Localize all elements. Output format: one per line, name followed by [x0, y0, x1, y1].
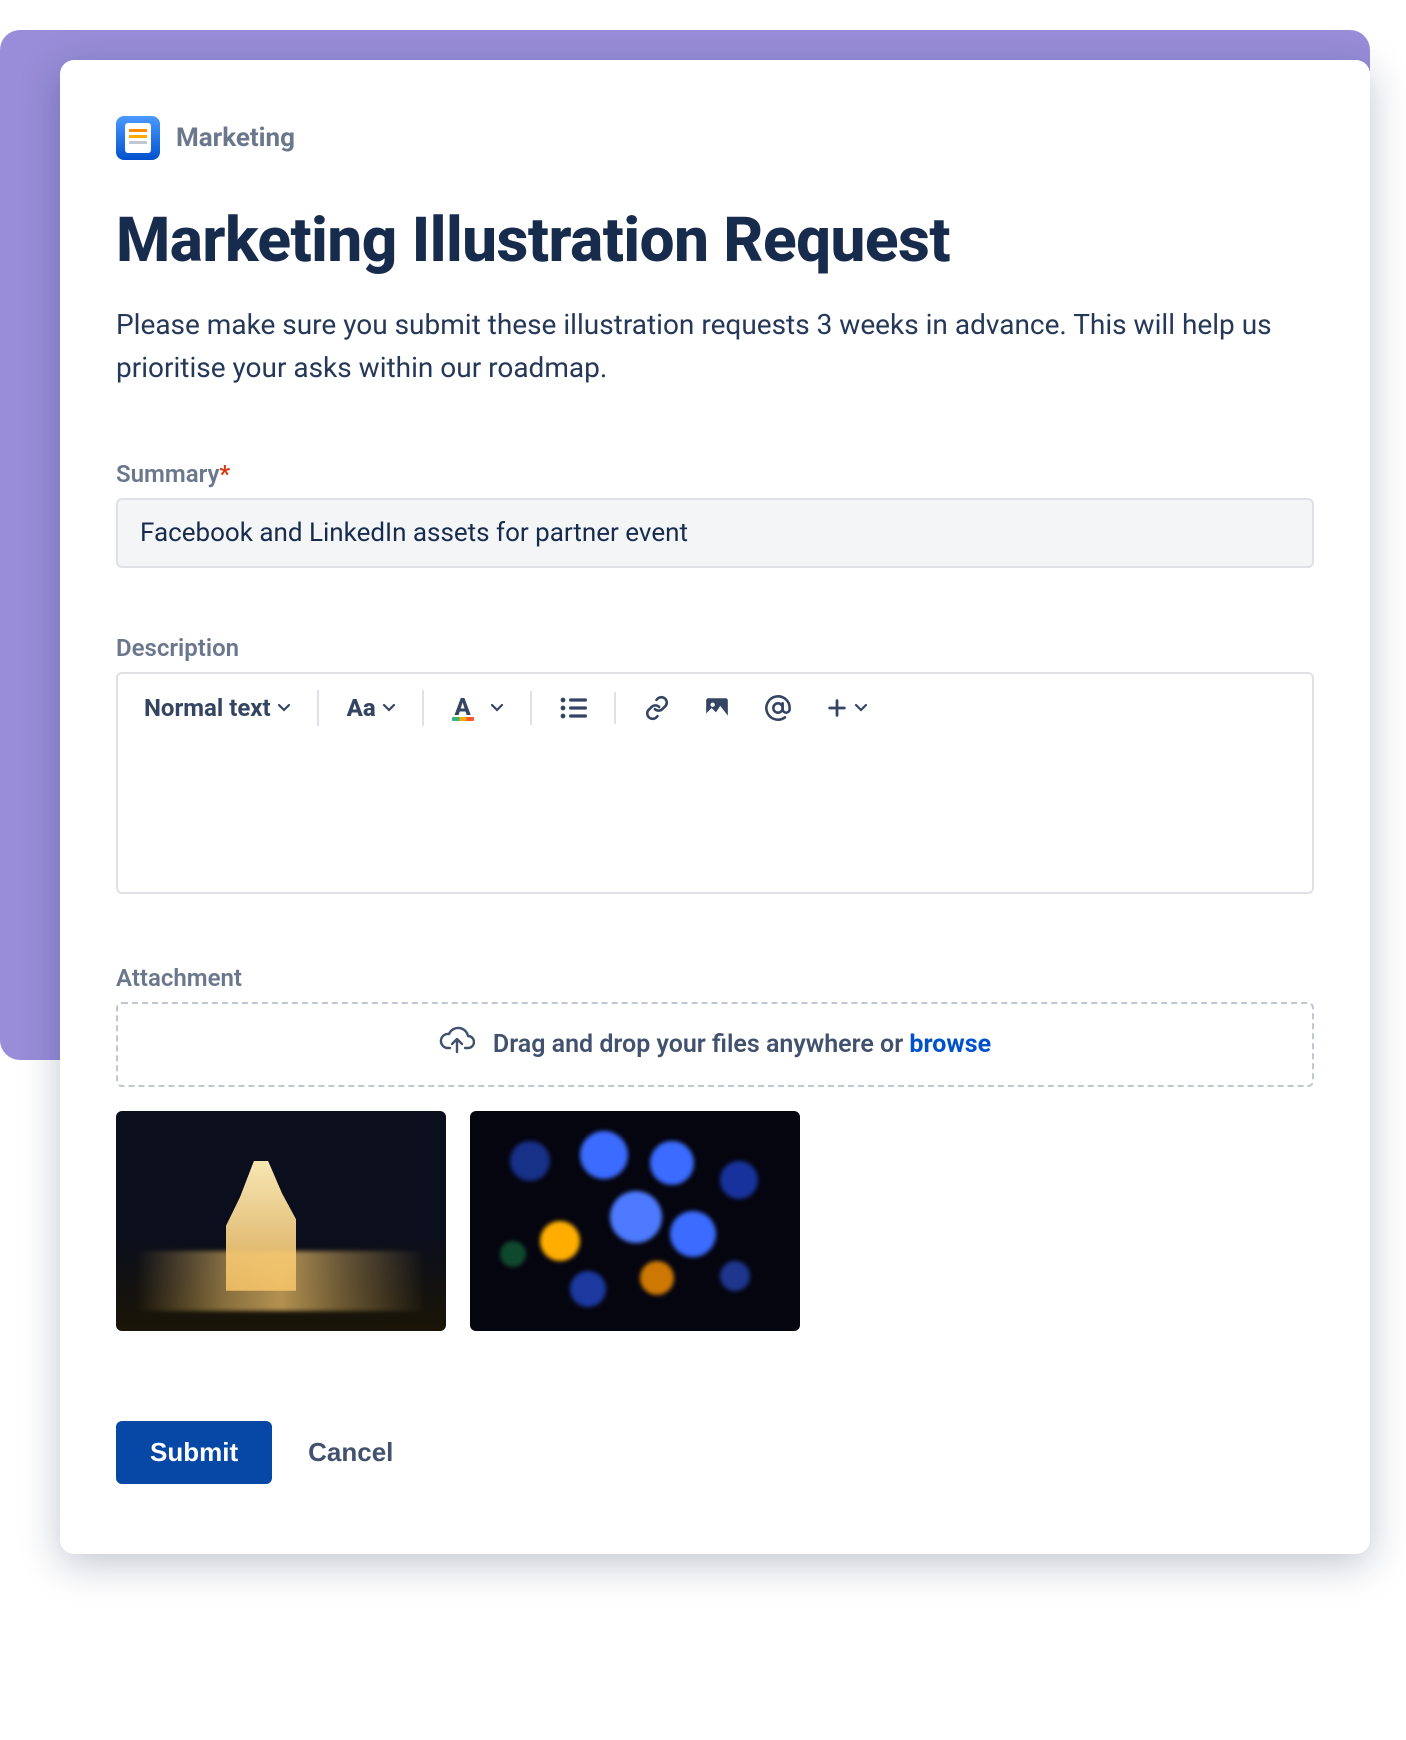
text-color-dropdown[interactable]: A [450, 689, 506, 727]
image-button[interactable] [702, 689, 732, 727]
color-swatch-icon [452, 717, 474, 721]
text-color-label: A [455, 695, 471, 719]
breadcrumb-label[interactable]: Marketing [176, 123, 295, 153]
chevron-down-icon [382, 701, 396, 715]
attachment-dropzone[interactable]: Drag and drop your files anywhere or bro… [116, 1002, 1314, 1087]
text-style-dropdown[interactable]: Normal text [142, 688, 293, 728]
chevron-down-icon [854, 701, 868, 715]
form-actions: Submit Cancel [116, 1421, 1314, 1484]
attachment-label: Attachment [116, 964, 1314, 992]
required-marker: * [219, 460, 230, 488]
page-description: Please make sure you submit these illust… [116, 303, 1314, 390]
text-style-label: Normal text [144, 694, 271, 722]
description-textarea[interactable] [118, 742, 1312, 892]
breadcrumb: Marketing [116, 116, 1314, 160]
mention-button[interactable] [762, 688, 794, 728]
attachment-thumbnail[interactable] [470, 1111, 800, 1331]
attachment-thumbnail[interactable] [116, 1111, 446, 1331]
insert-more-dropdown[interactable] [824, 691, 870, 725]
summary-label-text: Summary [116, 460, 219, 488]
chevron-down-icon [277, 701, 291, 715]
bullet-list-button[interactable] [558, 690, 590, 726]
description-label: Description [116, 634, 1314, 662]
description-editor: Normal text Aa A [116, 672, 1314, 894]
request-form-card: Marketing Marketing Illustration Request… [60, 60, 1370, 1554]
cancel-button[interactable]: Cancel [308, 1437, 393, 1468]
browse-link[interactable]: browse [909, 1030, 991, 1059]
submit-button[interactable]: Submit [116, 1421, 272, 1484]
summary-input[interactable] [116, 498, 1314, 568]
editor-toolbar: Normal text Aa A [118, 674, 1312, 742]
page-title: Marketing Illustration Request [116, 204, 1314, 277]
cloud-upload-icon [439, 1026, 475, 1063]
text-format-dropdown[interactable]: Aa [345, 688, 398, 728]
project-icon [116, 116, 160, 160]
text-format-label: Aa [347, 694, 376, 722]
link-button[interactable] [642, 689, 672, 727]
summary-label: Summary* [116, 460, 1314, 488]
attachment-thumbnails [116, 1111, 1314, 1331]
chevron-down-icon [490, 701, 504, 715]
dropzone-text: Drag and drop your files anywhere or [493, 1030, 910, 1059]
